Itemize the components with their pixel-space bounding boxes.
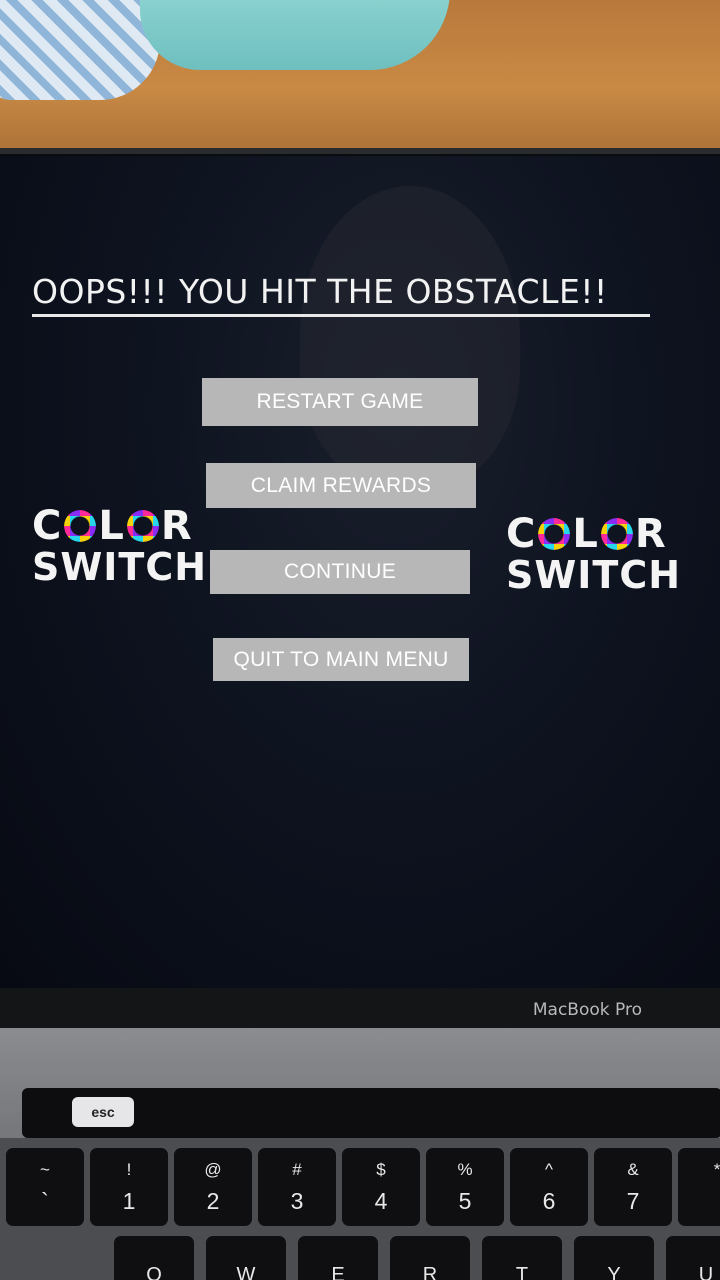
key-primary-symbol: 1 <box>122 1188 136 1214</box>
logo-letter: C <box>506 511 537 557</box>
keyboard-key[interactable]: Y <box>574 1236 654 1280</box>
brand-label: MacBook Pro <box>532 1000 642 1020</box>
keyboard-key[interactable]: W <box>206 1236 286 1280</box>
key-primary-symbol: 4 <box>374 1188 388 1214</box>
keyboard-key[interactable]: #3 <box>258 1148 336 1226</box>
desk-background <box>0 0 720 160</box>
laptop-chin: MacBook Pro <box>0 988 720 1028</box>
keyboard-key[interactable]: R <box>390 1236 470 1280</box>
keyboard-key[interactable]: $4 <box>342 1148 420 1226</box>
logo-word: SWITCH <box>32 545 208 589</box>
esc-key[interactable]: esc <box>72 1097 134 1127</box>
restart-game-button[interactable]: RESTART GAME <box>202 378 478 426</box>
keyboard-key[interactable]: ~ ` <box>6 1148 84 1226</box>
key-shift-symbol: ! <box>126 1160 132 1179</box>
keyboard-key[interactable]: & 7 <box>594 1148 672 1226</box>
key-primary-symbol: 2 <box>206 1188 220 1214</box>
color-switch-logo-left: C L R SWITCH <box>32 506 207 586</box>
key-shift-symbol: $ <box>376 1160 386 1179</box>
color-switch-logo-right: C L R SWITCH <box>506 514 681 594</box>
title-underline <box>32 314 650 317</box>
logo-letter: C <box>32 503 63 549</box>
keyboard-key[interactable]: Q <box>114 1236 194 1280</box>
key-shift-symbol: @ <box>204 1160 222 1179</box>
key-primary-symbol: 5 <box>458 1188 472 1214</box>
key-shift-symbol: % <box>457 1160 473 1179</box>
keyboard-key[interactable]: U <box>666 1236 720 1280</box>
logo-letter: R <box>160 503 193 549</box>
keyboard-key[interactable]: E <box>298 1236 378 1280</box>
key-primary-symbol: ` <box>41 1188 49 1214</box>
color-ring-icon <box>538 518 571 550</box>
key-primary-symbol: 6 <box>542 1188 556 1214</box>
logo-word: SWITCH <box>506 553 682 597</box>
color-ring-icon <box>126 510 159 542</box>
continue-button[interactable]: CONTINUE <box>210 550 470 594</box>
game-over-message: OOPS!!! YOU HIT THE OBSTACLE!! <box>32 272 608 311</box>
keyboard-key[interactable]: ! 1 <box>90 1148 168 1226</box>
key-shift-symbol: ^ <box>545 1160 553 1179</box>
striped-cloth <box>0 0 160 100</box>
screen-reflection <box>300 186 520 486</box>
logo-letter: L <box>572 511 599 557</box>
keyboard-key[interactable]: % 5 <box>426 1148 504 1226</box>
color-ring-icon <box>64 510 97 542</box>
keyboard-key[interactable]: * <box>678 1148 720 1226</box>
teal-cloth <box>140 0 450 70</box>
key-shift-symbol: * <box>713 1160 720 1179</box>
key-shift-symbol: ~ <box>40 1160 50 1179</box>
keyboard-key[interactable]: @2 <box>174 1148 252 1226</box>
claim-rewards-button[interactable]: CLAIM REWARDS <box>206 463 476 508</box>
keyboard-key[interactable]: ^ 6 <box>510 1148 588 1226</box>
logo-letter: R <box>634 511 667 557</box>
key-shift-symbol: & <box>627 1160 639 1179</box>
game-screen: OOPS!!! YOU HIT THE OBSTACLE!! RESTART G… <box>0 156 720 988</box>
quit-to-main-menu-button[interactable]: QUIT TO MAIN MENU <box>213 638 469 681</box>
key-primary-symbol: 3 <box>290 1188 304 1214</box>
color-ring-icon <box>600 518 633 550</box>
keyboard-key[interactable]: T <box>482 1236 562 1280</box>
key-shift-symbol: # <box>292 1160 302 1179</box>
logo-letter: L <box>98 503 125 549</box>
key-primary-symbol: 7 <box>626 1188 640 1214</box>
